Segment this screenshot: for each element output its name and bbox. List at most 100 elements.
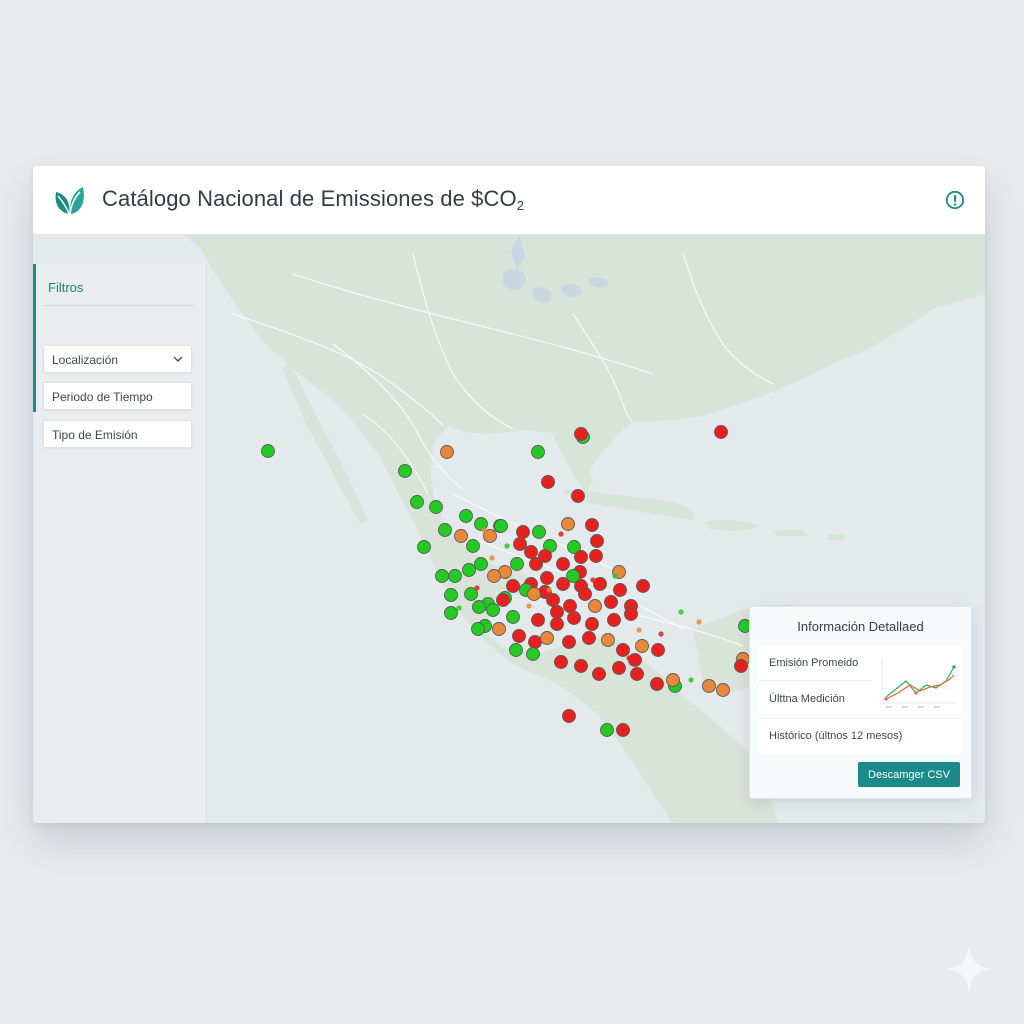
emission-marker[interactable] xyxy=(486,603,500,617)
emission-marker[interactable] xyxy=(624,607,638,621)
emission-marker[interactable] xyxy=(435,569,449,583)
emission-marker[interactable] xyxy=(410,495,424,509)
emission-marker[interactable] xyxy=(578,587,592,601)
emission-marker[interactable] xyxy=(472,600,486,614)
app-window: Catálogo Nacional de Emissiones de $CO2 … xyxy=(33,166,985,823)
emission-marker[interactable] xyxy=(444,606,458,620)
emission-marker[interactable] xyxy=(496,593,510,607)
emission-marker[interactable] xyxy=(540,631,554,645)
emission-marker[interactable] xyxy=(563,599,577,613)
emission-marker[interactable] xyxy=(574,427,588,441)
emission-marker[interactable] xyxy=(487,569,501,583)
emission-marker-small xyxy=(626,655,632,661)
emission-marker-small xyxy=(546,587,552,593)
emission-marker[interactable] xyxy=(462,563,476,577)
emission-marker[interactable] xyxy=(531,613,545,627)
emission-marker[interactable] xyxy=(600,723,614,737)
emission-marker[interactable] xyxy=(601,633,615,647)
emission-marker[interactable] xyxy=(466,539,480,553)
emission-marker[interactable] xyxy=(561,517,575,531)
emission-marker[interactable] xyxy=(566,569,580,583)
emission-marker-small xyxy=(678,609,684,615)
emission-marker[interactable] xyxy=(261,444,275,458)
emission-marker[interactable] xyxy=(526,647,540,661)
emission-marker[interactable] xyxy=(510,557,524,571)
emission-marker-small xyxy=(696,619,702,625)
emission-marker[interactable] xyxy=(574,550,588,564)
emission-marker[interactable] xyxy=(438,523,452,537)
emission-marker[interactable] xyxy=(574,659,588,673)
emission-marker[interactable] xyxy=(590,534,604,548)
emission-marker[interactable] xyxy=(471,622,485,636)
detail-panel-title: Información Detallaed xyxy=(797,619,924,634)
emission-marker[interactable] xyxy=(556,557,570,571)
emission-marker[interactable] xyxy=(607,613,621,627)
emission-marker[interactable] xyxy=(524,545,538,559)
emission-marker[interactable] xyxy=(616,723,630,737)
filter-periodo-de-tiempo[interactable]: Periodo de Tiempo xyxy=(43,382,192,410)
emission-marker[interactable] xyxy=(613,583,627,597)
emission-marker[interactable] xyxy=(527,587,541,601)
emission-marker[interactable] xyxy=(398,464,412,478)
emission-marker[interactable] xyxy=(585,518,599,532)
emission-marker[interactable] xyxy=(448,569,462,583)
emission-marker[interactable] xyxy=(636,579,650,593)
emission-marker[interactable] xyxy=(612,661,626,675)
emission-marker[interactable] xyxy=(588,599,602,613)
emission-marker[interactable] xyxy=(540,571,554,585)
emission-marker[interactable] xyxy=(513,537,527,551)
emission-marker[interactable] xyxy=(509,643,523,657)
info-icon[interactable] xyxy=(945,190,965,210)
emission-marker[interactable] xyxy=(550,605,564,619)
emission-marker[interactable] xyxy=(714,425,728,439)
filter-tipo-de-emision[interactable]: Tipo de Emisión xyxy=(43,420,192,448)
emission-marker[interactable] xyxy=(616,643,630,657)
emission-marker-small xyxy=(521,533,527,539)
emission-marker[interactable] xyxy=(650,677,664,691)
emission-marker[interactable] xyxy=(734,659,748,673)
emission-marker[interactable] xyxy=(474,557,488,571)
emission-marker[interactable] xyxy=(562,709,576,723)
emission-marker[interactable] xyxy=(541,475,555,489)
emission-marker[interactable] xyxy=(651,643,665,657)
emission-marker[interactable] xyxy=(582,631,596,645)
emission-marker[interactable] xyxy=(562,635,576,649)
emission-marker[interactable] xyxy=(716,683,730,697)
emission-marker[interactable] xyxy=(630,667,644,681)
sidebar-title: Filtros xyxy=(48,280,84,295)
filter-label: Localización xyxy=(52,353,119,367)
emission-marker[interactable] xyxy=(459,509,473,523)
emission-marker[interactable] xyxy=(444,588,458,602)
emission-marker[interactable] xyxy=(666,673,680,687)
emission-marker[interactable] xyxy=(492,622,506,636)
emission-marker[interactable] xyxy=(531,445,545,459)
emission-marker[interactable] xyxy=(506,579,520,593)
emission-marker[interactable] xyxy=(589,549,603,563)
emission-marker[interactable] xyxy=(592,667,606,681)
download-csv-button[interactable]: Descamger CSV xyxy=(858,762,960,787)
emission-marker[interactable] xyxy=(604,595,618,609)
emission-marker[interactable] xyxy=(429,500,443,514)
emission-marker[interactable] xyxy=(702,679,716,693)
detail-row-historico: Histórico (últnos 12 mesos) xyxy=(769,730,903,742)
emission-marker-small xyxy=(568,541,574,547)
emission-marker[interactable] xyxy=(567,611,581,625)
filter-localizacion[interactable]: Localización xyxy=(43,345,192,373)
divider xyxy=(759,718,961,719)
emission-marker[interactable] xyxy=(494,519,508,533)
emission-marker[interactable] xyxy=(506,610,520,624)
emission-marker[interactable] xyxy=(585,617,599,631)
emission-marker[interactable] xyxy=(635,639,649,653)
emission-marker[interactable] xyxy=(571,489,585,503)
emission-marker[interactable] xyxy=(440,445,454,459)
emission-marker[interactable] xyxy=(454,529,468,543)
emission-marker[interactable] xyxy=(512,629,526,643)
emission-marker[interactable] xyxy=(528,635,542,649)
emission-marker[interactable] xyxy=(550,617,564,631)
emission-marker[interactable] xyxy=(417,540,431,554)
emission-marker[interactable] xyxy=(538,549,552,563)
emission-marker[interactable] xyxy=(532,525,546,539)
emission-marker[interactable] xyxy=(554,655,568,669)
filter-label: Periodo de Tiempo xyxy=(52,390,153,404)
emission-marker[interactable] xyxy=(546,593,560,607)
